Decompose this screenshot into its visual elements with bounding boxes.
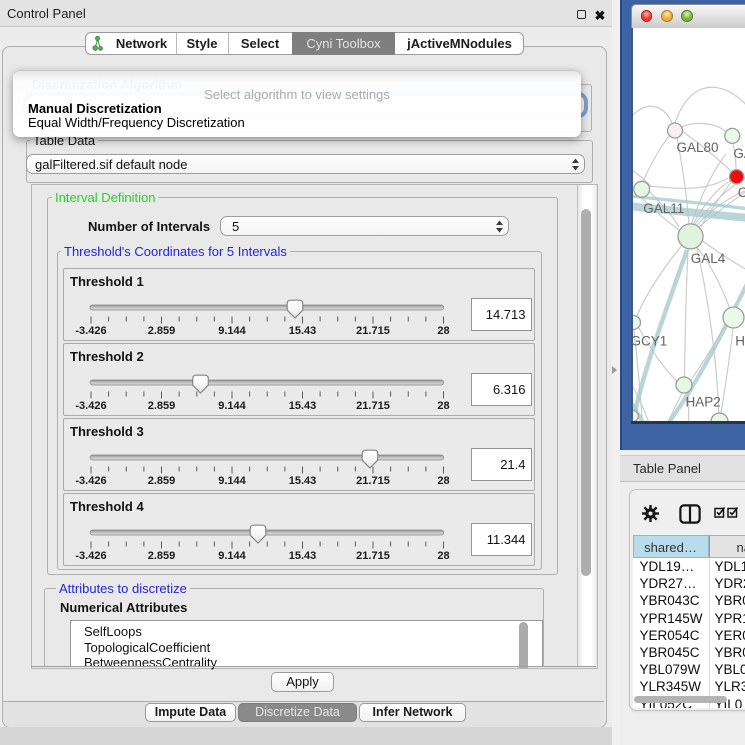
svg-text:-3.426: -3.426 (75, 325, 106, 337)
svg-text:9.144: 9.144 (218, 550, 246, 562)
svg-text:HAP2: HAP2 (686, 394, 721, 409)
svg-text:-3.426: -3.426 (75, 550, 106, 562)
svg-text:2.859: 2.859 (148, 325, 176, 337)
svg-text:15.43: 15.43 (289, 400, 317, 412)
svg-text:GAL11: GAL11 (643, 201, 684, 216)
svg-text:9.144: 9.144 (218, 475, 246, 487)
svg-text:H: H (735, 333, 745, 348)
svg-text:GA: GA (733, 146, 745, 161)
svg-text:21.715: 21.715 (356, 325, 390, 337)
svg-text:21.715: 21.715 (356, 475, 390, 487)
svg-text:-3.426: -3.426 (75, 400, 106, 412)
svg-text:15.43: 15.43 (289, 475, 317, 487)
svg-text:9.144: 9.144 (218, 400, 246, 412)
svg-text:2.859: 2.859 (148, 400, 176, 412)
svg-text:2.859: 2.859 (148, 550, 176, 562)
svg-text:28: 28 (437, 550, 449, 562)
svg-text:-3.426: -3.426 (75, 475, 106, 487)
svg-text:15.43: 15.43 (289, 550, 317, 562)
svg-text:28: 28 (437, 400, 449, 412)
svg-text:21.715: 21.715 (356, 400, 390, 412)
svg-text:9.144: 9.144 (218, 325, 246, 337)
svg-text:GAL4: GAL4 (691, 251, 726, 266)
svg-text:GCY1: GCY1 (633, 333, 667, 348)
svg-text:28: 28 (437, 475, 449, 487)
svg-text:28: 28 (437, 325, 449, 337)
svg-text:21.715: 21.715 (356, 550, 390, 562)
svg-text:15.43: 15.43 (289, 325, 317, 337)
svg-text:C: C (738, 185, 745, 200)
svg-text:2.859: 2.859 (148, 475, 176, 487)
svg-text:GAL80: GAL80 (677, 140, 719, 155)
